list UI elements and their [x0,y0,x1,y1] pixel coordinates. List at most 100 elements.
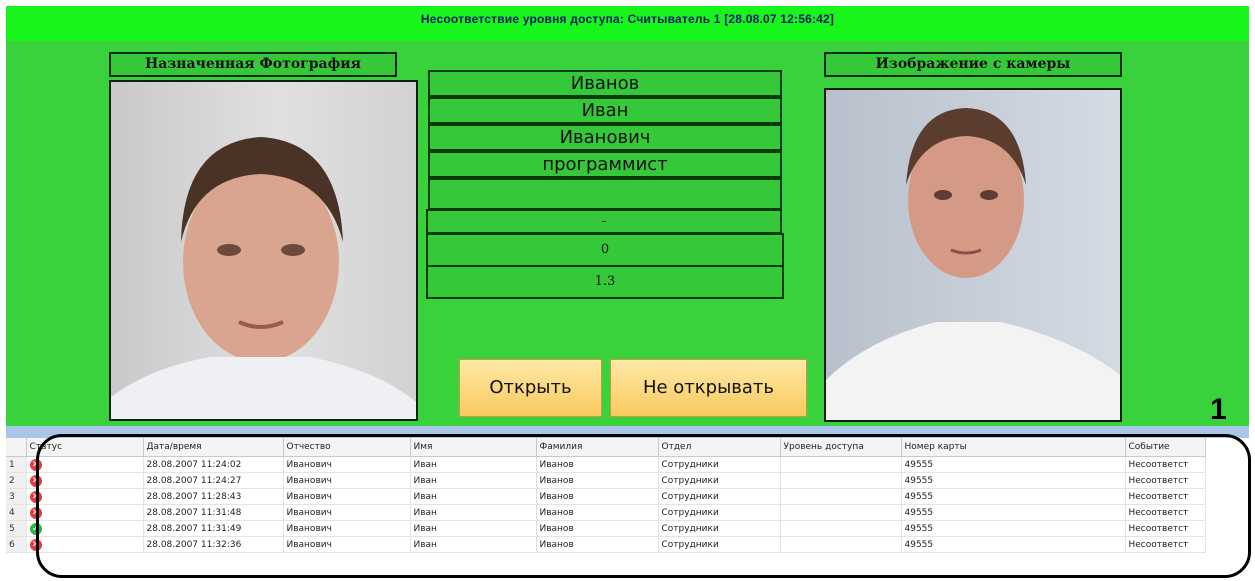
card-number-cell: 49555 [901,456,1126,473]
column-header-card-number[interactable]: Номер карты [901,438,1126,457]
column-header-index[interactable] [6,438,27,457]
table-row[interactable]: 3 ✕ 28.08.2007 11:28:43 Иванович Иван Ив… [6,488,1206,505]
name-cell: Иван [410,504,537,521]
card-number-cell: 49555 [901,536,1126,553]
datetime-cell: 28.08.2007 11:31:48 [143,504,284,521]
table-row[interactable]: 4 ✕ 28.08.2007 11:31:48 Иванович Иван Ив… [6,504,1206,521]
column-header-access-level[interactable]: Уровень доступа [780,438,902,457]
datetime-cell: 28.08.2007 11:24:02 [143,456,284,473]
datetime-cell: 28.08.2007 11:24:27 [143,472,284,489]
datetime-cell: 28.08.2007 11:31:49 [143,520,284,537]
table-row[interactable]: 5 ✓ 28.08.2007 11:31:49 Иванович Иван Ив… [6,520,1206,537]
event-cell: Несоответст [1125,520,1206,537]
patronymic-cell: Иванович [283,504,411,521]
status-cell: ✕ [26,456,144,473]
row-number: 3 [6,488,27,505]
department-cell: Сотрудники [658,520,781,537]
column-header-datetime[interactable]: Дата/время [143,438,284,457]
camera-image-photo [826,108,1120,420]
status-cell: ✕ [26,536,144,553]
ok-check-icon: ✓ [29,522,42,535]
event-cell: Несоответст [1125,456,1206,473]
status-cell: ✕ [26,488,144,505]
surname-cell: Иванов [536,504,659,521]
open-button[interactable]: Открыть [459,359,602,417]
name-cell: Иван [410,520,537,537]
assigned-photo-caption: Назначенная Фотография [109,52,397,77]
column-header-surname[interactable]: Фамилия [536,438,659,457]
assigned-photo [109,80,418,421]
row-number: 5 [6,520,27,537]
error-x-icon: ✕ [29,506,42,519]
status-cell: ✕ [26,504,144,521]
card-number-cell: 49555 [901,472,1126,489]
datetime-cell: 28.08.2007 11:32:36 [143,536,284,553]
assigned-photo-image [111,137,416,419]
card-number-cell: 49555 [901,488,1126,505]
name-cell: Иван [410,456,537,473]
splitter-bar[interactable] [6,426,1249,438]
surname-cell: Иванов [536,520,659,537]
surname-cell: Иванов [536,456,659,473]
column-header-event[interactable]: Событие [1125,438,1206,457]
surname-cell: Иванов [536,488,659,505]
do-not-open-button[interactable]: Не открывать [610,359,807,417]
callout-number: 1 [1210,393,1227,426]
card-number-cell: 49555 [901,520,1126,537]
alert-title: Несоответствие уровня доступа: Считывате… [6,6,1249,41]
access-level-cell [780,536,902,553]
access-level-cell [780,520,902,537]
row-number: 2 [6,472,27,489]
department-cell: Сотрудники [658,488,781,505]
department-cell: Сотрудники [658,504,781,521]
last-name-field: Иванов [428,70,782,97]
column-header-status[interactable]: Статус [26,438,144,457]
patronymic-cell: Иванович [283,488,411,505]
position-field: программист [428,151,782,178]
error-x-icon: ✕ [29,538,42,551]
event-cell: Несоответст [1125,488,1206,505]
error-x-icon: ✕ [29,458,42,471]
patronymic-cell: Иванович [283,536,411,553]
row-number: 4 [6,504,27,521]
access-alert-panel: Несоответствие уровня доступа: Считывате… [6,6,1249,426]
row-number: 6 [6,536,27,553]
zone-field: 0 [426,233,784,267]
table-row[interactable]: 2 ✕ 28.08.2007 11:24:27 Иванович Иван Ив… [6,472,1206,489]
surname-cell: Иванов [536,472,659,489]
event-cell: Несоответст [1125,536,1206,553]
table-row[interactable]: 6 ✕ 28.08.2007 11:32:36 Иванович Иван Ив… [6,536,1206,553]
department-cell: Сотрудники [658,536,781,553]
patronymic-cell: Иванович [283,472,411,489]
department-field [428,178,782,210]
patronymic-field: Иванович [428,124,782,151]
event-cell: Несоответст [1125,504,1206,521]
patronymic-cell: Иванович [283,520,411,537]
event-log: Статус Дата/время Отчество Имя Фамилия О… [6,438,1249,581]
column-header-name[interactable]: Имя [410,438,537,457]
department-cell: Сотрудники [658,472,781,489]
camera-image-caption: Изображение с камеры [824,52,1122,77]
event-table: Статус Дата/время Отчество Имя Фамилия О… [6,438,1206,553]
name-cell: Иван [410,536,537,553]
surname-cell: Иванов [536,536,659,553]
access-level-cell [780,456,902,473]
status-cell: ✕ [26,472,144,489]
access-level-cell [780,504,902,521]
first-name-field: Иван [428,97,782,124]
card-number-cell: 49555 [901,504,1126,521]
error-x-icon: ✕ [29,490,42,503]
row-number: 1 [6,456,27,473]
access-level-field: - [426,209,782,234]
camera-image [824,88,1122,422]
patronymic-cell: Иванович [283,456,411,473]
error-x-icon: ✕ [29,474,42,487]
table-row[interactable]: 1 ✕ 28.08.2007 11:24:02 Иванович Иван Ив… [6,456,1206,473]
event-cell: Несоответст [1125,472,1206,489]
column-header-patronymic[interactable]: Отчество [283,438,411,457]
reader-field: 1.3 [426,265,784,299]
access-level-cell [780,472,902,489]
name-cell: Иван [410,488,537,505]
table-header-row: Статус Дата/время Отчество Имя Фамилия О… [6,438,1206,457]
column-header-department[interactable]: Отдел [658,438,781,457]
